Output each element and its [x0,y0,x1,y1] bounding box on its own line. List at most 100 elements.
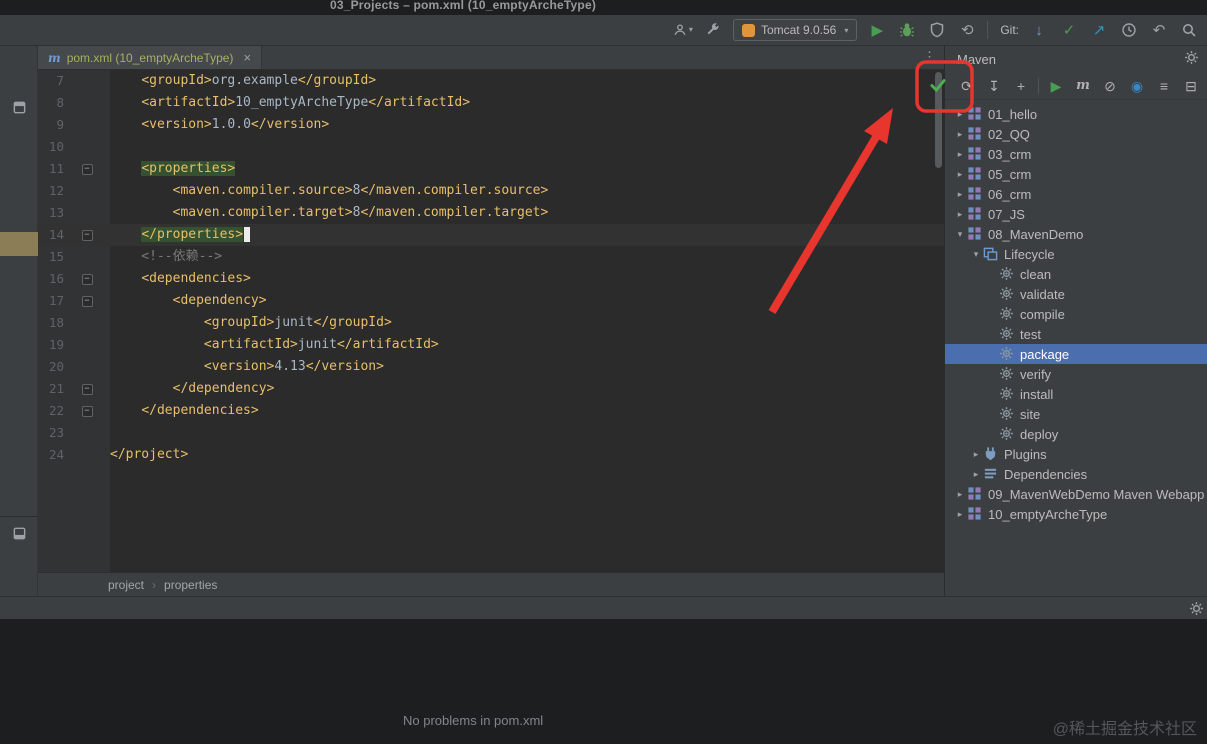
breadcrumb-item[interactable]: project [108,578,144,592]
code-line-17[interactable]: 17− <dependency> [38,290,944,312]
chevron-down-icon[interactable]: ▾ [953,229,967,240]
code-line-16[interactable]: 16− <dependencies> [38,268,944,290]
reload-maven-projects-button[interactable]: ⟳ [957,76,977,96]
code-line-8[interactable]: 8 <artifactId>10_emptyArcheType</artifac… [38,92,944,114]
wrench-icon[interactable] [703,20,723,40]
chevron-right-icon[interactable]: ▸ [953,489,967,500]
coverage-button[interactable] [927,20,947,40]
chevron-right-icon[interactable]: ▸ [953,509,967,520]
maven-profiles-button[interactable]: ≡ [1154,76,1174,96]
maven-tree-item-package[interactable]: package [945,344,1207,364]
chevron-right-icon[interactable]: ▸ [969,449,983,460]
rerun-button[interactable]: ⟲ [957,20,977,40]
maven-tree-item-verify[interactable]: verify [945,364,1207,384]
code-line-10[interactable]: 10 [38,136,944,158]
chevron-right-icon[interactable]: ▸ [953,189,967,200]
maven-tree-item-plugins[interactable]: ▸ Plugins [945,444,1207,464]
maven-tree-item-10-emptyarchetype[interactable]: ▸ 10_emptyArcheType [945,504,1207,524]
skip-tests-button[interactable]: ⊘ [1100,76,1120,96]
chevron-right-icon[interactable]: ▸ [953,129,967,140]
maven-tree-item-deploy[interactable]: deploy [945,424,1207,444]
code-line-21[interactable]: 21− </dependency> [38,378,944,400]
check-icon [930,79,946,93]
maven-tree-item-08-mavendemo[interactable]: ▾ 08_MavenDemo [945,224,1207,244]
tab-label: pom.xml (10_emptyArcheType) [66,50,234,65]
breadcrumb-item[interactable]: properties [164,578,217,592]
execute-maven-goal-button[interactable]: m [1073,76,1093,96]
maven-tree-item-07-js[interactable]: ▸ 07_JS [945,204,1207,224]
maven-tree-item-05-crm[interactable]: ▸ 05_crm [945,164,1207,184]
fold-marker-icon[interactable]: − [64,405,110,417]
active-tool-window-button[interactable] [0,232,38,256]
chevron-right-icon[interactable]: ▸ [953,149,967,160]
fold-marker-icon[interactable]: − [64,229,110,241]
tree-item-label: 10_emptyArcheType [988,506,1108,522]
tool-window-button-2[interactable] [10,524,28,542]
tree-item-label: Dependencies [1004,466,1088,482]
breadcrumb: project › properties [38,572,944,596]
code-line-20[interactable]: 20 <version>4.13</version> [38,356,944,378]
git-update-button[interactable]: ↓ [1029,20,1049,40]
run-config-selector[interactable]: Tomcat 9.0.56 ▾ [732,19,858,41]
chevron-right-icon[interactable]: ▸ [953,109,967,120]
close-icon[interactable]: × [243,50,251,65]
chevron-right-icon[interactable]: ▸ [969,469,983,480]
git-commit-button[interactable]: ✓ [1059,20,1079,40]
chevron-down-icon[interactable]: ▾ [969,249,983,260]
tree-item-label: 02_QQ [988,126,1030,142]
code-line-23[interactable]: 23 [38,422,944,444]
maven-tree-item-dependencies[interactable]: ▸ Dependencies [945,464,1207,484]
maven-tree-item-02-qq[interactable]: ▸ 02_QQ [945,124,1207,144]
code-text: <dependency> [172,293,267,308]
maven-tree-item-site[interactable]: site [945,404,1207,424]
fold-marker-icon[interactable]: − [64,163,110,175]
more-options-icon[interactable]: ⋮ [923,49,936,65]
run-button[interactable]: ▶ [867,20,887,40]
git-push-button[interactable]: ↗ [1089,20,1109,40]
rollback-button[interactable]: ↶ [1149,20,1169,40]
code-line-7[interactable]: 7 <groupId>org.example</groupId> [38,70,944,92]
offline-mode-button[interactable]: ◉ [1127,76,1147,96]
add-maven-project-button[interactable]: + [1011,76,1031,96]
maven-tree-item-lifecycle[interactable]: ▾ Lifecycle [945,244,1207,264]
history-button[interactable] [1119,20,1139,40]
chevron-right-icon[interactable]: ▸ [953,169,967,180]
maven-tree-item-06-crm[interactable]: ▸ 06_crm [945,184,1207,204]
gear-icon[interactable] [1184,50,1199,68]
user-avatar-button[interactable]: ▾ [673,20,693,40]
tool-window-button[interactable] [10,98,28,116]
code-line-22[interactable]: 22− </dependencies> [38,400,944,422]
code-line-12[interactable]: 12 <maven.compiler.source>8</maven.compi… [38,180,944,202]
code-line-19[interactable]: 19 <artifactId>junit</artifactId> [38,334,944,356]
code-line-18[interactable]: 18 <groupId>junit</groupId> [38,312,944,334]
code-line-13[interactable]: 13 <maven.compiler.target>8</maven.compi… [38,202,944,224]
maven-tree-item-clean[interactable]: clean [945,264,1207,284]
code-line-14[interactable]: 14− </properties> [38,224,944,246]
maven-tree-item-01-hello[interactable]: ▸ 01_hello [945,104,1207,124]
maven-tree-item-test[interactable]: test [945,324,1207,344]
code-line-9[interactable]: 9 <version>1.0.0</version> [38,114,944,136]
goal-icon [999,286,1015,302]
code-line-15[interactable]: 15 <!--依赖--> [38,246,944,268]
code-line-24[interactable]: 24 </project> [38,444,944,466]
chevron-right-icon[interactable]: ▸ [953,209,967,220]
collapse-all-button[interactable]: ⊟ [1181,76,1201,96]
gear-icon[interactable] [1189,601,1204,621]
fold-marker-icon[interactable]: − [64,273,110,285]
search-icon[interactable] [1179,20,1199,40]
maven-tree-item-install[interactable]: install [945,384,1207,404]
run-maven-build-button[interactable]: ▶ [1046,76,1066,96]
maven-tree-item-03-crm[interactable]: ▸ 03_crm [945,144,1207,164]
tab-pom-xml[interactable]: m pom.xml (10_emptyArcheType) × [38,46,263,69]
code-editor[interactable]: 7 <groupId>org.example</groupId> 8 <artif… [38,70,944,572]
inspections-widget[interactable] [927,74,949,96]
fold-marker-icon[interactable]: − [64,383,110,395]
maven-tree-item-09-mavenwebdemo-maven-webapp[interactable]: ▸ 09_MavenWebDemo Maven Webapp [945,484,1207,504]
download-sources-button[interactable]: ↧ [984,76,1004,96]
code-line-11[interactable]: 11− <properties> [38,158,944,180]
maven-tree-item-validate[interactable]: validate [945,284,1207,304]
debug-button[interactable] [897,20,917,40]
editor-lines: 7 <groupId>org.example</groupId> 8 <artif… [38,70,944,466]
fold-marker-icon[interactable]: − [64,295,110,307]
maven-tree-item-compile[interactable]: compile [945,304,1207,324]
